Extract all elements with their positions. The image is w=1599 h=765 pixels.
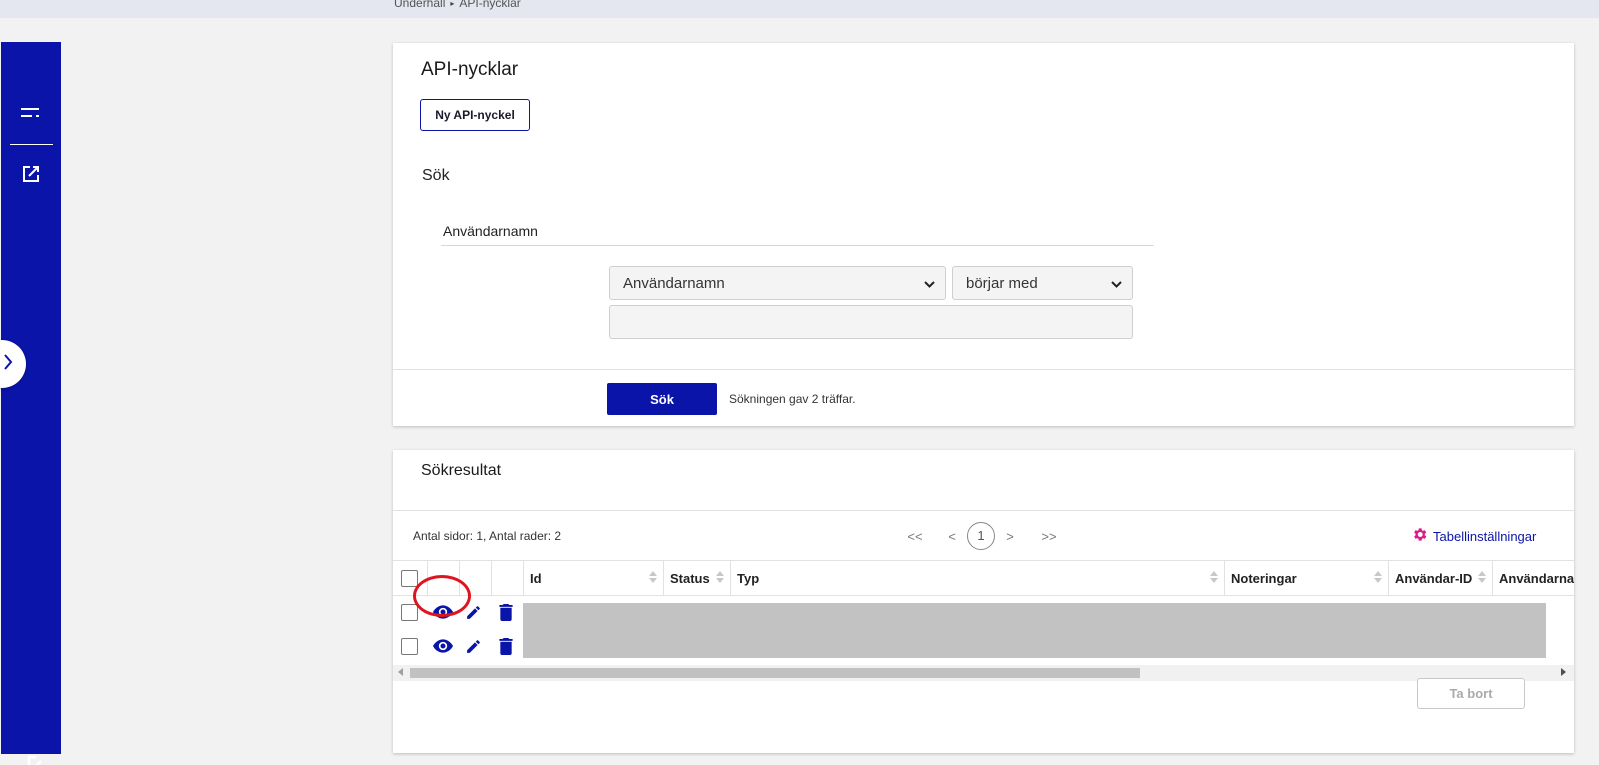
column-header-noteringar[interactable]: Noteringar bbox=[1224, 561, 1388, 595]
row-checkbox[interactable] bbox=[401, 604, 418, 621]
pagination-next[interactable]: > bbox=[1005, 529, 1015, 544]
search-value-input[interactable] bbox=[609, 305, 1133, 339]
pagination: << < 1 > >> bbox=[903, 522, 1061, 550]
column-header-status[interactable]: Status bbox=[663, 561, 730, 595]
header-action-delete bbox=[491, 561, 523, 595]
search-result-message: Sökningen gav 2 träffar. bbox=[729, 392, 856, 406]
column-label-id: Id bbox=[530, 570, 542, 586]
field-underline bbox=[441, 245, 1154, 246]
search-field-label: Användarnamn bbox=[443, 223, 538, 239]
results-divider bbox=[393, 510, 1574, 511]
breadcrumb-separator-icon: ▸ bbox=[450, 0, 455, 8]
scrollbar-thumb[interactable] bbox=[410, 668, 1140, 678]
logout-icon[interactable] bbox=[27, 755, 53, 765]
page-info: Antal sidor: 1, Antal rader: 2 bbox=[413, 529, 562, 543]
column-label-anvandarnamn: Användarnamn bbox=[1499, 570, 1574, 586]
column-label-status: Status bbox=[670, 570, 710, 586]
scroll-right-icon[interactable] bbox=[1561, 668, 1566, 676]
scroll-left-icon[interactable] bbox=[398, 668, 403, 676]
sort-icon bbox=[1210, 571, 1218, 583]
field-select[interactable]: Användarnamn bbox=[609, 266, 946, 300]
column-label-noteringar: Noteringar bbox=[1231, 570, 1297, 586]
sort-icon bbox=[649, 571, 657, 583]
pagination-first[interactable]: << bbox=[903, 529, 927, 544]
row-checkbox[interactable] bbox=[401, 638, 418, 655]
redacted-row-data bbox=[523, 603, 1546, 658]
column-header-id[interactable]: Id bbox=[523, 561, 663, 595]
select-all-checkbox[interactable] bbox=[401, 569, 418, 587]
delete-button[interactable]: Ta bort bbox=[1417, 678, 1525, 709]
search-button[interactable]: Sök bbox=[607, 383, 717, 415]
sort-icon bbox=[1374, 571, 1382, 583]
operator-select[interactable]: börjar med bbox=[952, 266, 1133, 300]
new-api-key-button[interactable]: Ny API-nyckel bbox=[420, 99, 530, 131]
pencil-icon[interactable] bbox=[465, 638, 482, 660]
column-header-anvandarnamn[interactable]: Användarnamn bbox=[1492, 561, 1574, 595]
table-settings-label: Tabellinställningar bbox=[1433, 528, 1537, 544]
sidebar-expand-button[interactable] bbox=[0, 340, 26, 388]
breadcrumb-item-underhall[interactable]: Underhåll bbox=[394, 0, 445, 10]
search-card: API-nycklar Ny API-nyckel Sök Användarna… bbox=[393, 43, 1574, 426]
menu-icon[interactable] bbox=[21, 106, 41, 125]
column-header-typ[interactable]: Typ bbox=[730, 561, 1224, 595]
gear-icon bbox=[1411, 526, 1428, 546]
column-header-anvandar-id[interactable]: Användar-ID bbox=[1388, 561, 1492, 595]
sort-icon bbox=[716, 571, 724, 583]
pencil-icon[interactable] bbox=[465, 604, 482, 626]
pagination-last[interactable]: >> bbox=[1037, 529, 1061, 544]
breadcrumb-item-api-nycklar: API-nycklar bbox=[459, 0, 521, 10]
trash-icon[interactable] bbox=[499, 604, 513, 626]
page-title: API-nycklar bbox=[421, 59, 519, 80]
card-divider bbox=[393, 369, 1574, 370]
breadcrumb: Underhåll ▸ API-nycklar bbox=[394, 0, 521, 10]
sort-icon bbox=[1478, 571, 1486, 583]
trash-icon[interactable] bbox=[499, 638, 513, 660]
highlight-annotation bbox=[413, 575, 471, 617]
open-external-icon[interactable] bbox=[22, 165, 40, 188]
chevron-right-icon bbox=[4, 353, 13, 375]
results-title: Sökresultat bbox=[421, 462, 502, 479]
eye-icon[interactable] bbox=[433, 638, 453, 659]
sidebar bbox=[0, 42, 61, 765]
operator-select-value: börjar med bbox=[966, 274, 1038, 292]
pagination-current-page[interactable]: 1 bbox=[967, 522, 995, 550]
column-label-anvandar-id: Användar-ID bbox=[1395, 570, 1473, 586]
chevron-down-icon bbox=[924, 275, 935, 292]
column-label-typ: Typ bbox=[737, 570, 760, 586]
horizontal-scrollbar[interactable] bbox=[393, 665, 1574, 681]
results-card: Sökresultat Antal sidor: 1, Antal rader:… bbox=[393, 450, 1574, 753]
pagination-prev[interactable]: < bbox=[947, 529, 957, 544]
top-bar: Underhåll ▸ API-nycklar bbox=[0, 0, 1599, 18]
chevron-down-icon bbox=[1111, 275, 1122, 292]
table-settings-button[interactable]: Tabellinställningar bbox=[1411, 526, 1536, 546]
sidebar-divider bbox=[10, 144, 53, 145]
field-select-value: Användarnamn bbox=[623, 274, 725, 292]
table-header: Id Status Typ Noteringar Användar-ID Anv… bbox=[393, 560, 1574, 596]
search-heading: Sök bbox=[422, 167, 450, 184]
